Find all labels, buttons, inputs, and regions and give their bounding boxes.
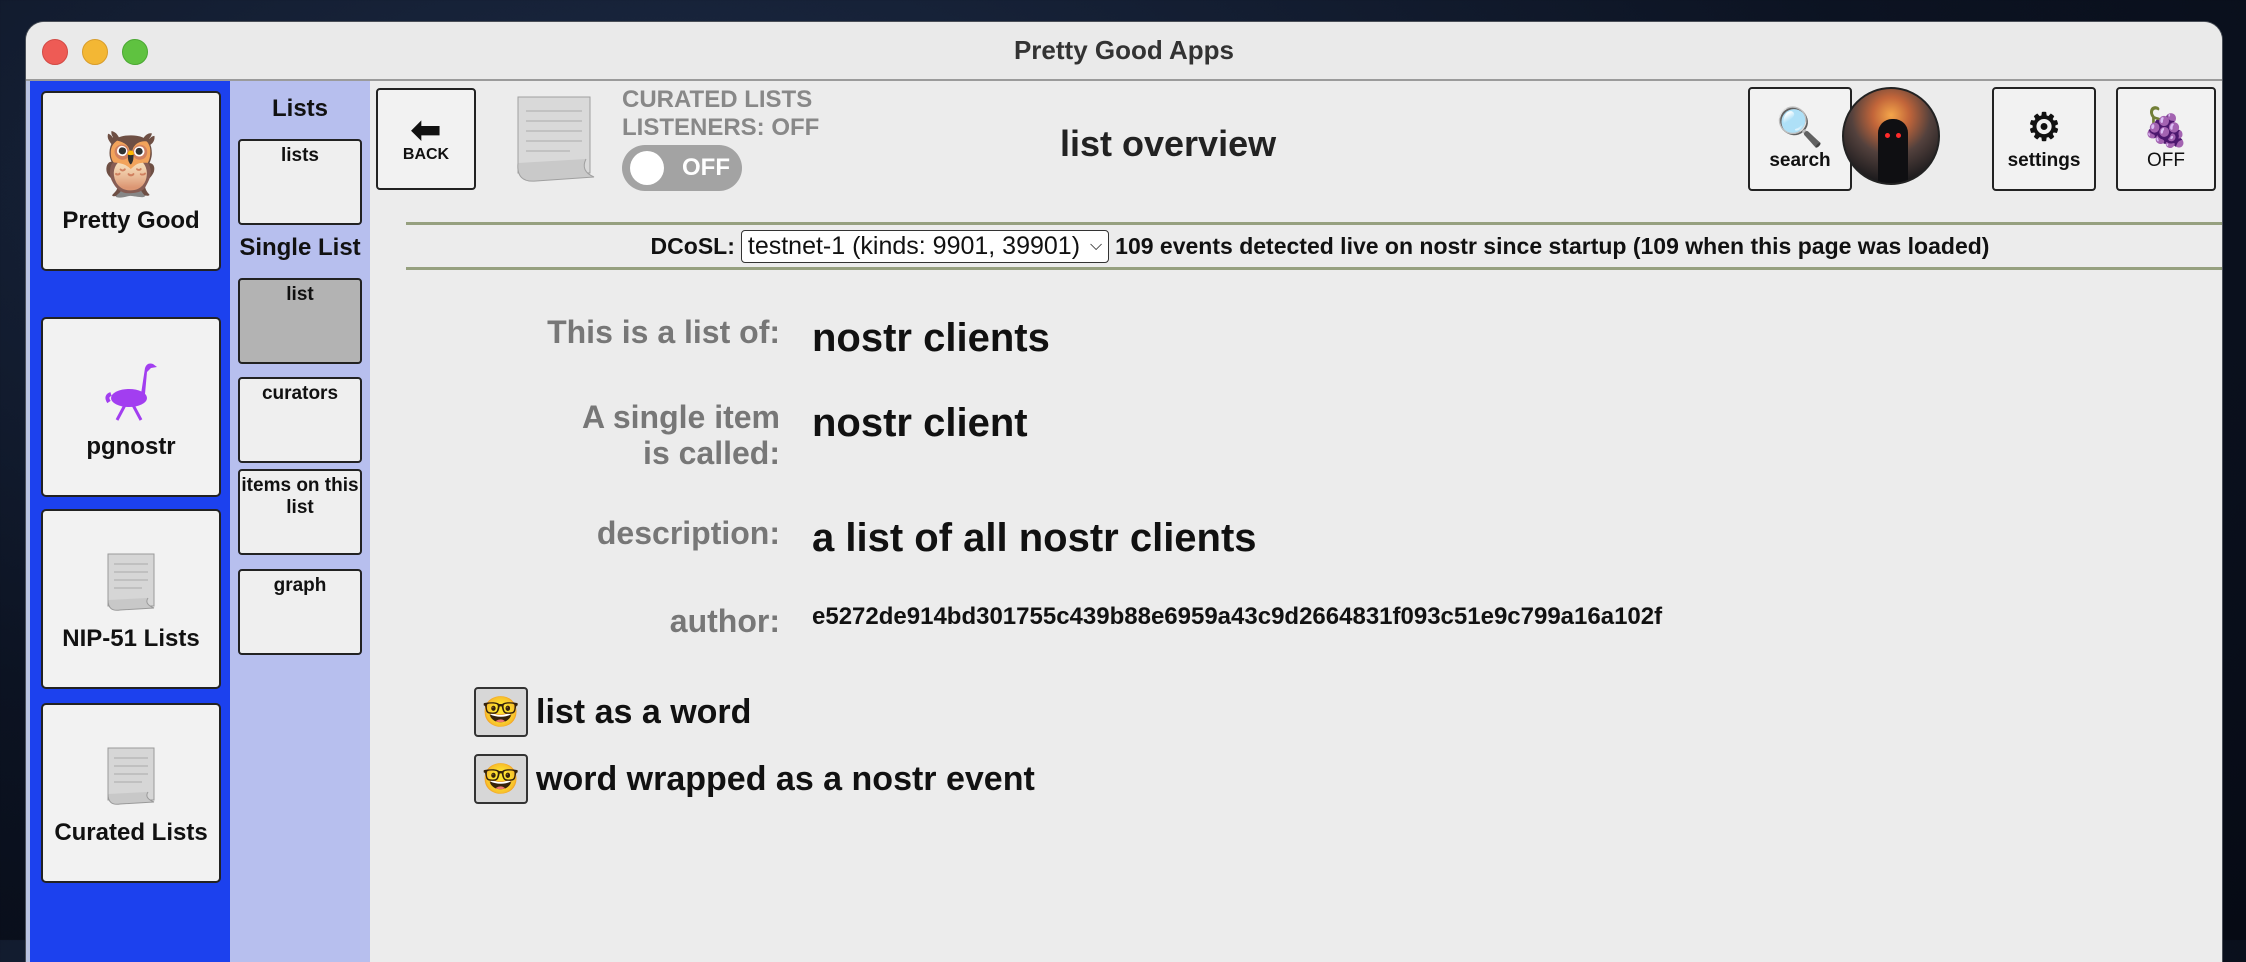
app-label: NIP-51 Lists [62, 625, 200, 652]
scroll-icon [102, 739, 160, 815]
settings-label: settings [2007, 150, 2081, 171]
link-label: word wrapped as a nostr event [536, 759, 1035, 798]
window-title: Pretty Good Apps [1013, 35, 1235, 65]
scroll-icon [102, 545, 160, 621]
app-card-curated-lists[interactable]: Curated Lists [41, 703, 221, 883]
back-arrow-icon: ⬅ [410, 109, 442, 150]
close-window-button[interactable] [42, 39, 68, 65]
link-label: list as a word [536, 692, 752, 731]
dcosl-label: DCoSL: [650, 232, 735, 259]
description-value: a list of all nostr clients [812, 516, 1257, 560]
app-card-nip51-lists[interactable]: NIP-51 Lists [41, 509, 221, 689]
word-wrapped-event-link[interactable]: 🤓 word wrapped as a nostr event [474, 754, 1035, 804]
grapevine-toggle-button[interactable]: 🍇 OFF [2116, 87, 2216, 191]
main-panel: ⬅ BACK CURATED LISTS LISTENERS: OFF OFF … [370, 81, 2222, 962]
list-of-label: This is a list of: [547, 314, 780, 350]
nerd-face-icon[interactable]: 🤓 [474, 754, 528, 804]
settings-button[interactable]: ⚙ settings [1992, 87, 2096, 191]
minimize-window-button[interactable] [82, 39, 108, 65]
dcosl-selected-value: testnet-1 (kinds: 9901, 39901) [747, 231, 1081, 260]
author-label: author: [669, 603, 780, 639]
listeners-line-2: LISTENERS: OFF [622, 114, 820, 141]
app-card-pretty-good[interactable]: 🦉 Pretty Good [41, 91, 221, 271]
app-card-pgnostr[interactable]: pgnostr [41, 317, 221, 497]
grapevine-label: OFF [2147, 150, 2185, 171]
title-bar: Pretty Good Apps [26, 22, 2222, 81]
list-as-word-link[interactable]: 🤓 list as a word [474, 687, 751, 737]
toggle-label: OFF [682, 154, 730, 181]
gear-icon: ⚙ [2026, 107, 2062, 149]
maximize-window-button[interactable] [122, 39, 148, 65]
app-label: pgnostr [86, 433, 176, 460]
app-label: Curated Lists [54, 819, 208, 846]
nav-heading-single-list: Single List [239, 234, 361, 261]
ostrich-icon [101, 353, 161, 429]
page-title: list overview [1060, 123, 1277, 164]
listeners-line-1: CURATED LISTS [622, 86, 813, 113]
search-button[interactable]: 🔍 search [1748, 87, 1852, 191]
search-label: search [1769, 150, 1831, 171]
listeners-toggle[interactable]: OFF [622, 145, 742, 191]
owl-icon: 🦉 [92, 130, 170, 199]
single-item-label: A single item is called: [220, 399, 780, 471]
avatar-figure [1878, 119, 1908, 183]
app-window: Pretty Good Apps 🦉 Pretty Good pgnostr N… [26, 22, 2222, 962]
description-label: description: [596, 515, 780, 551]
dcosl-network-select[interactable]: testnet-1 (kinds: 9901, 39901) ⌵ [740, 229, 1110, 263]
apps-sidebar: 🦉 Pretty Good pgnostr NIP-51 Lists Curat… [26, 81, 234, 962]
avatar-eye [1885, 133, 1890, 138]
back-label: BACK [402, 146, 450, 163]
single-item-value: nostr client [812, 401, 1028, 445]
grapes-icon: 🍇 [2142, 107, 2190, 149]
single-item-label-text: A single item is called: [582, 399, 780, 471]
avatar[interactable] [1842, 87, 1940, 185]
chevron-down-icon: ⌵ [1090, 237, 1103, 254]
nav-item-lists[interactable]: lists [238, 139, 362, 225]
avatar-eye [1896, 133, 1901, 138]
dcosl-status: 109 events detected live on nostr since … [1115, 232, 1990, 259]
search-icon: 🔍 [1776, 107, 1824, 149]
nerd-face-icon[interactable]: 🤓 [474, 687, 528, 737]
listeners-status: CURATED LISTS LISTENERS: OFF [622, 86, 819, 142]
dcosl-bar: DCoSL: testnet-1 (kinds: 9901, 39901) ⌵ … [406, 222, 2222, 270]
nav-heading-lists: Lists [271, 95, 328, 122]
toggle-knob [630, 151, 664, 185]
scroll-icon [510, 93, 598, 190]
app-label: Pretty Good [62, 207, 200, 234]
back-button[interactable]: ⬅ BACK [376, 88, 476, 190]
author-value: e5272de914bd301755c439b88e6959a43c9d2664… [812, 603, 1663, 630]
list-of-value: nostr clients [812, 316, 1050, 360]
